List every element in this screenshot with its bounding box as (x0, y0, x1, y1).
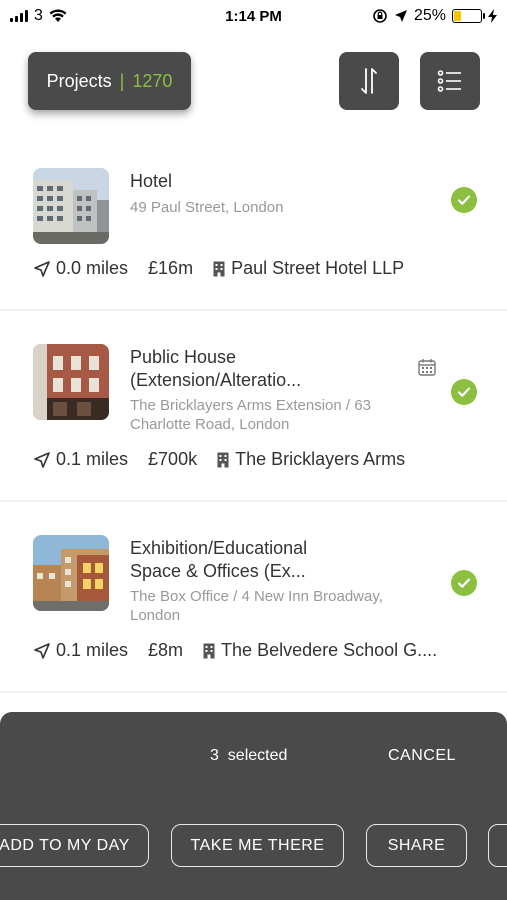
company-text: The Bricklayers Arms (235, 449, 406, 469)
project-thumbnail (33, 168, 109, 244)
list-icon (437, 70, 461, 92)
navigation-arrow-icon (34, 642, 50, 659)
distance-text: 0.0 miles (56, 258, 129, 278)
status-bar: 3 1:14 PM 25% (0, 0, 507, 32)
sort-arrows-icon (361, 68, 377, 94)
project-distance: 0.1 miles (33, 449, 128, 470)
distance-text: 0.1 miles (56, 449, 129, 469)
building-icon (217, 452, 229, 467)
company-text: The Belvedere School G.... (221, 640, 438, 660)
share-button[interactable]: SHARE (366, 824, 467, 867)
project-meta: 0.0 miles £16m Paul Street Hotel LLP (33, 258, 404, 279)
take-me-there-button[interactable]: TAKE ME THERE (171, 824, 344, 867)
project-item[interactable]: Exhibition/Educational Space & Offices (… (0, 502, 507, 693)
project-distance: 0.1 miles (33, 640, 128, 661)
status-right: 25% (372, 7, 497, 25)
project-value: £8m (148, 640, 184, 660)
project-meta: 0.1 miles £8m The Belvedere School G.... (33, 640, 437, 661)
project-title: Public House (Extension/Alteratio... (130, 347, 302, 390)
projects-label: Projects (46, 70, 112, 91)
project-value: £16m (148, 258, 194, 278)
projects-separator: | (119, 70, 125, 91)
add-to-my-day-button[interactable]: ADD TO MY DAY (0, 824, 149, 867)
building-icon (203, 643, 215, 658)
projects-count-button[interactable]: Projects | 1270 (28, 52, 191, 110)
header: Projects | 1270 (28, 52, 480, 112)
project-thumbnail (33, 344, 109, 420)
selected-check-icon[interactable] (451, 570, 477, 596)
projects-count: 1270 (132, 70, 173, 91)
project-distance: 0.0 miles (33, 258, 128, 279)
project-item[interactable]: Public House (Extension/Alteratio... The… (0, 311, 507, 502)
project-thumbnail (33, 535, 109, 611)
carrier-label: 3 (34, 7, 43, 24)
battery-icon (452, 9, 485, 23)
project-company: The Bricklayers Arms (217, 449, 405, 470)
project-meta: 0.1 miles £700k The Bricklayers Arms (33, 449, 405, 470)
status-left: 3 (10, 7, 67, 25)
navigation-arrow-icon (34, 260, 50, 277)
more-actions-button[interactable] (488, 824, 507, 867)
building-icon (213, 261, 225, 276)
battery-fill (454, 11, 461, 21)
project-title: Hotel (130, 171, 173, 191)
list-view-button[interactable] (420, 52, 480, 110)
project-list: Hotel 49 Paul Street, London 0.0 miles £… (0, 150, 507, 693)
project-address: The Box Office / 4 New Inn Broadway, Lon… (130, 588, 383, 624)
project-address: 49 Paul Street, London (130, 199, 284, 216)
charging-bolt-icon (488, 9, 497, 23)
wifi-icon (49, 9, 67, 22)
battery-percent: 25% (413, 7, 446, 24)
orientation-lock-icon (373, 9, 387, 23)
selected-check-icon[interactable] (451, 187, 477, 213)
project-company: Paul Street Hotel LLP (213, 258, 404, 279)
selection-sheet: 3 selected CANCEL ADD TO MY DAY TAKE ME … (0, 712, 507, 900)
distance-text: 0.1 miles (56, 640, 129, 660)
selected-check-icon[interactable] (451, 379, 477, 405)
company-text: Paul Street Hotel LLP (231, 258, 405, 278)
navigation-arrow-icon (34, 451, 50, 468)
selected-count: 3 selected (210, 747, 288, 764)
project-value: £700k (148, 449, 198, 469)
signal-strength-icon (10, 10, 28, 22)
calendar-icon[interactable] (418, 358, 436, 376)
project-company: The Belvedere School G.... (203, 640, 437, 661)
sort-button[interactable] (339, 52, 399, 110)
location-arrow-icon (394, 10, 407, 22)
project-title: Exhibition/Educational Space & Offices (… (130, 538, 308, 581)
cancel-button[interactable]: CANCEL (388, 747, 456, 765)
project-address: The Bricklayers Arms Extension / 63 Char… (130, 397, 371, 433)
project-item[interactable]: Hotel 49 Paul Street, London 0.0 miles £… (0, 150, 507, 311)
